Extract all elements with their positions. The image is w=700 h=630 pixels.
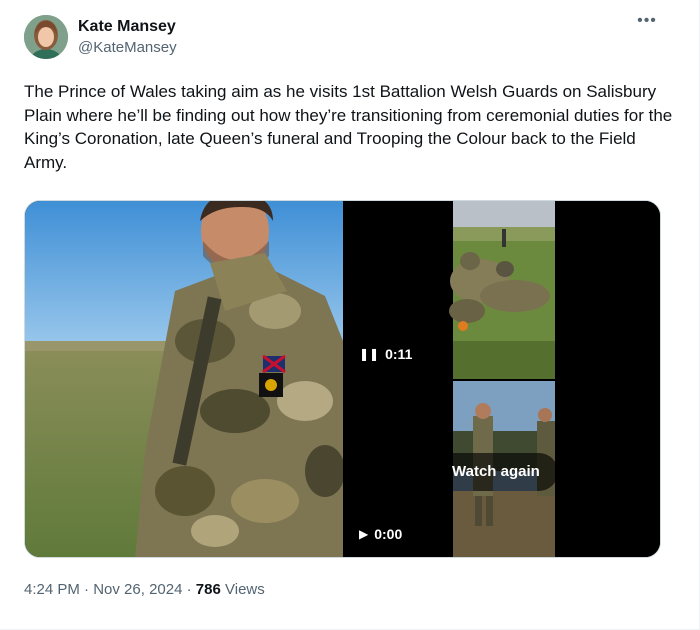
author-block: Kate Mansey @KateMansey [78, 17, 177, 58]
video-soldiers-prone[interactable]: ❚❚ 0:11 [345, 201, 660, 379]
media-grid: ❚❚ 0:11 Watch again ▶ 0:00 [24, 200, 661, 558]
play-icon[interactable]: ▶ [359, 525, 368, 543]
tweet-card: Kate Mansey @KateMansey ••• The Prince o… [0, 0, 700, 630]
tweet-date[interactable]: Nov 26, 2024 [93, 581, 182, 598]
meta-separator: · [182, 581, 196, 598]
author-handle[interactable]: @KateMansey [78, 38, 177, 58]
watch-again-button[interactable]: Watch again [434, 453, 558, 491]
photo-image [25, 201, 343, 557]
video-timestamp[interactable]: ▶ 0:00 [359, 525, 402, 543]
photo-prince[interactable] [25, 201, 343, 557]
author-name[interactable]: Kate Mansey [78, 17, 177, 37]
video-soldiers-standing[interactable]: Watch again ▶ 0:00 [345, 381, 660, 557]
video-time: 0:00 [374, 526, 403, 542]
more-icon[interactable]: ••• [635, 12, 659, 36]
tweet-time[interactable]: 4:24 PM [24, 581, 80, 598]
avatar[interactable] [24, 15, 68, 59]
views-label: Views [225, 581, 265, 598]
avatar-image [24, 15, 68, 59]
meta-separator: · [79, 581, 94, 598]
pause-icon[interactable]: ❚❚ [359, 345, 379, 363]
tweet-text: The Prince of Wales taking aim as he vis… [24, 82, 673, 172]
video-timestamp[interactable]: ❚❚ 0:11 [359, 345, 412, 363]
views-count: 786 [195, 581, 221, 598]
tweet-meta: 4:24 PM · Nov 26, 2024 · 786 Views [24, 580, 265, 600]
video-time: 0:11 [385, 346, 413, 362]
